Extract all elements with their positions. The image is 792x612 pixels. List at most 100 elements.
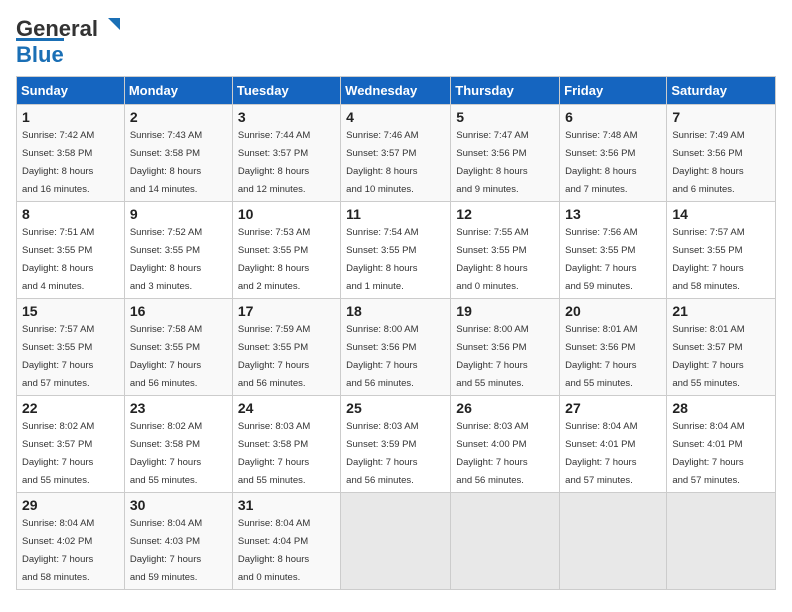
col-header-thursday: Thursday: [451, 77, 560, 105]
day-detail: Sunrise: 8:01 AM Sunset: 3:56 PM Dayligh…: [565, 324, 637, 389]
logo: General Blue: [16, 16, 122, 68]
col-header-friday: Friday: [560, 77, 667, 105]
day-detail: Sunrise: 7:54 AM Sunset: 3:55 PM Dayligh…: [346, 227, 418, 292]
day-detail: Sunrise: 7:51 AM Sunset: 3:55 PM Dayligh…: [22, 227, 94, 292]
day-number: 22: [22, 400, 119, 416]
calendar-cell: 17Sunrise: 7:59 AM Sunset: 3:55 PM Dayli…: [232, 299, 340, 396]
calendar-cell: 22Sunrise: 8:02 AM Sunset: 3:57 PM Dayli…: [17, 396, 125, 493]
calendar-cell: [667, 493, 776, 590]
calendar-cell: 1 Sunrise: 7:42 AM Sunset: 3:58 PM Daylig…: [17, 105, 125, 202]
day-detail: Sunrise: 8:01 AM Sunset: 3:57 PM Dayligh…: [672, 324, 744, 389]
day-number: 14: [672, 206, 770, 222]
calendar-cell: 31 Sunrise: 8:04 AM Sunset: 4:04 PM Dayli…: [232, 493, 340, 590]
day-detail: Sunrise: 7:49 AM Sunset: 3:56 PM Dayligh…: [672, 130, 744, 195]
calendar-cell: 25 Sunrise: 8:03 AM Sunset: 3:59 PM Dayli…: [341, 396, 451, 493]
day-detail: Sunrise: 8:04 AM Sunset: 4:01 PM Dayligh…: [672, 421, 744, 486]
day-number: 19: [456, 303, 554, 319]
calendar-cell: 2 Sunrise: 7:43 AM Sunset: 3:58 PM Daylig…: [124, 105, 232, 202]
calendar-cell: 24Sunrise: 8:03 AM Sunset: 3:58 PM Dayli…: [232, 396, 340, 493]
calendar-cell: 19 Sunrise: 8:00 AM Sunset: 3:56 PM Dayli…: [451, 299, 560, 396]
day-number: 11: [346, 206, 445, 222]
day-number: 15: [22, 303, 119, 319]
day-number: 2: [130, 109, 227, 125]
day-detail: Sunrise: 7:58 AM Sunset: 3:55 PM Dayligh…: [130, 324, 202, 389]
day-number: 21: [672, 303, 770, 319]
calendar-cell: [341, 493, 451, 590]
day-detail: Sunrise: 7:55 AM Sunset: 3:55 PM Dayligh…: [456, 227, 528, 292]
day-detail: Sunrise: 7:46 AM Sunset: 3:57 PM Dayligh…: [346, 130, 418, 195]
day-number: 9: [130, 206, 227, 222]
col-header-saturday: Saturday: [667, 77, 776, 105]
day-number: 23: [130, 400, 227, 416]
calendar-cell: 15 Sunrise: 7:57 AM Sunset: 3:55 PM Dayli…: [17, 299, 125, 396]
day-number: 29: [22, 497, 119, 513]
day-number: 30: [130, 497, 227, 513]
calendar-cell: 9 Sunrise: 7:52 AM Sunset: 3:55 PM Daylig…: [124, 202, 232, 299]
calendar-cell: [451, 493, 560, 590]
day-number: 13: [565, 206, 661, 222]
calendar-cell: 5 Sunrise: 7:47 AM Sunset: 3:56 PM Daylig…: [451, 105, 560, 202]
col-header-sunday: Sunday: [17, 77, 125, 105]
col-header-wednesday: Wednesday: [341, 77, 451, 105]
calendar-cell: 28 Sunrise: 8:04 AM Sunset: 4:01 PM Dayli…: [667, 396, 776, 493]
calendar-cell: 30Sunrise: 8:04 AM Sunset: 4:03 PM Dayli…: [124, 493, 232, 590]
day-detail: Sunrise: 7:44 AM Sunset: 3:57 PM Dayligh…: [238, 130, 310, 195]
day-number: 10: [238, 206, 335, 222]
day-detail: Sunrise: 8:04 AM Sunset: 4:04 PM Dayligh…: [238, 518, 310, 583]
day-number: 17: [238, 303, 335, 319]
calendar-cell: 16 Sunrise: 7:58 AM Sunset: 3:55 PM Dayli…: [124, 299, 232, 396]
calendar-cell: 18 Sunrise: 8:00 AM Sunset: 3:56 PM Dayli…: [341, 299, 451, 396]
day-number: 7: [672, 109, 770, 125]
calendar-cell: 29 Sunrise: 8:04 AM Sunset: 4:02 PM Dayli…: [17, 493, 125, 590]
day-number: 28: [672, 400, 770, 416]
day-number: 5: [456, 109, 554, 125]
col-header-monday: Monday: [124, 77, 232, 105]
calendar-cell: 13 Sunrise: 7:56 AM Sunset: 3:55 PM Dayli…: [560, 202, 667, 299]
day-detail: Sunrise: 7:52 AM Sunset: 3:55 PM Dayligh…: [130, 227, 202, 292]
day-number: 12: [456, 206, 554, 222]
day-number: 16: [130, 303, 227, 319]
day-detail: Sunrise: 7:56 AM Sunset: 3:55 PM Dayligh…: [565, 227, 637, 292]
day-number: 4: [346, 109, 445, 125]
calendar-cell: 21 Sunrise: 8:01 AM Sunset: 3:57 PM Dayli…: [667, 299, 776, 396]
calendar-cell: 12 Sunrise: 7:55 AM Sunset: 3:55 PM Dayli…: [451, 202, 560, 299]
day-number: 25: [346, 400, 445, 416]
day-detail: Sunrise: 8:04 AM Sunset: 4:01 PM Dayligh…: [565, 421, 637, 486]
calendar-week-2: 8Sunrise: 7:51 AM Sunset: 3:55 PM Daylig…: [17, 202, 776, 299]
day-detail: Sunrise: 8:03 AM Sunset: 3:58 PM Dayligh…: [238, 421, 310, 486]
day-detail: Sunrise: 7:57 AM Sunset: 3:55 PM Dayligh…: [22, 324, 94, 389]
day-detail: Sunrise: 8:03 AM Sunset: 3:59 PM Dayligh…: [346, 421, 418, 486]
day-detail: Sunrise: 7:47 AM Sunset: 3:56 PM Dayligh…: [456, 130, 528, 195]
calendar-cell: [560, 493, 667, 590]
day-detail: Sunrise: 7:43 AM Sunset: 3:58 PM Dayligh…: [130, 130, 202, 195]
day-number: 18: [346, 303, 445, 319]
calendar-cell: 10 Sunrise: 7:53 AM Sunset: 3:55 PM Dayli…: [232, 202, 340, 299]
day-detail: Sunrise: 8:00 AM Sunset: 3:56 PM Dayligh…: [346, 324, 418, 389]
day-detail: Sunrise: 8:00 AM Sunset: 3:56 PM Dayligh…: [456, 324, 528, 389]
day-detail: Sunrise: 7:53 AM Sunset: 3:55 PM Dayligh…: [238, 227, 310, 292]
day-number: 20: [565, 303, 661, 319]
calendar-cell: 23 Sunrise: 8:02 AM Sunset: 3:58 PM Dayli…: [124, 396, 232, 493]
header: General Blue: [16, 16, 776, 68]
day-detail: Sunrise: 8:04 AM Sunset: 4:02 PM Dayligh…: [22, 518, 94, 583]
calendar-week-4: 22Sunrise: 8:02 AM Sunset: 3:57 PM Dayli…: [17, 396, 776, 493]
day-number: 1: [22, 109, 119, 125]
calendar-cell: 26 Sunrise: 8:03 AM Sunset: 4:00 PM Dayli…: [451, 396, 560, 493]
day-number: 6: [565, 109, 661, 125]
day-detail: Sunrise: 8:02 AM Sunset: 3:58 PM Dayligh…: [130, 421, 202, 486]
calendar-week-5: 29 Sunrise: 8:04 AM Sunset: 4:02 PM Dayli…: [17, 493, 776, 590]
day-detail: Sunrise: 8:03 AM Sunset: 4:00 PM Dayligh…: [456, 421, 528, 486]
calendar-week-1: 1 Sunrise: 7:42 AM Sunset: 3:58 PM Daylig…: [17, 105, 776, 202]
logo-blue: Blue: [16, 38, 64, 68]
day-detail: Sunrise: 7:57 AM Sunset: 3:55 PM Dayligh…: [672, 227, 744, 292]
col-header-tuesday: Tuesday: [232, 77, 340, 105]
calendar-cell: 14 Sunrise: 7:57 AM Sunset: 3:55 PM Dayli…: [667, 202, 776, 299]
calendar-table: SundayMondayTuesdayWednesdayThursdayFrid…: [16, 76, 776, 590]
calendar-cell: 11 Sunrise: 7:54 AM Sunset: 3:55 PM Dayli…: [341, 202, 451, 299]
calendar-cell: 3 Sunrise: 7:44 AM Sunset: 3:57 PM Daylig…: [232, 105, 340, 202]
day-number: 3: [238, 109, 335, 125]
day-number: 27: [565, 400, 661, 416]
day-detail: Sunrise: 7:42 AM Sunset: 3:58 PM Dayligh…: [22, 130, 94, 195]
day-number: 31: [238, 497, 335, 513]
day-number: 26: [456, 400, 554, 416]
